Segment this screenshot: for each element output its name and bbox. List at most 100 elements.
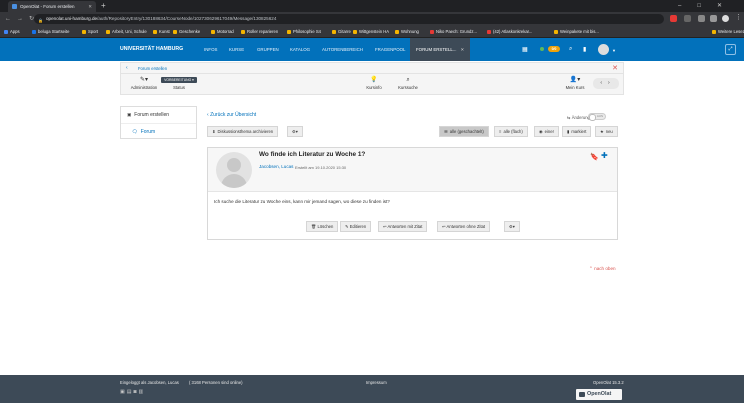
extension-icon[interactable] [710,15,717,22]
nav-forum-active[interactable]: FORUM ERSTELL... ✕ [410,38,471,61]
view-one-button[interactable]: ◉ einer [534,126,559,137]
bookmark-item[interactable]: Niko Paech: Grundz... [430,26,477,38]
chevron-left-icon[interactable]: ‹ [126,63,128,74]
changes-toggle[interactable]: AUS [588,113,606,121]
extension-icon[interactable] [684,15,691,22]
close-tab-icon[interactable]: ✕ [88,1,92,12]
view-flat-button[interactable]: ≡ alle (flach) [494,126,528,137]
menu-icon[interactable]: ⋮ [735,13,742,21]
back-to-overview-link[interactable]: ‹ Zurück zur Übersicht [207,112,256,118]
menu-root-label: Forum erstellen [134,112,169,118]
gear-icon: ⚙▾ [509,224,515,229]
impressum-link[interactable]: Impressum [366,380,387,385]
administration-tool[interactable]: ✎▾ Administration [127,76,161,90]
puzzle-icon[interactable]: ✚ [601,151,608,160]
view-marked-button[interactable]: ▮ markiert [562,126,592,137]
threaded-icon: ☰ [444,129,448,134]
brand-logo[interactable]: UNIVERSITÄT HAMBURG [120,38,183,61]
mein-kurs-tool[interactable]: 👤▾ Mein Kurs [561,76,589,90]
post-settings-dropdown[interactable]: ⚙▾ [504,221,520,232]
edit-button[interactable]: ✎ Editieren [340,221,372,232]
menu-item-root[interactable]: ▣ Forum erstellen [121,107,196,122]
bookmark-icon[interactable]: 🔖 [590,153,599,161]
bookmark-label: Motorrad [217,29,234,34]
nav-autorenbereich[interactable]: AUTORENBEREICH [322,38,363,61]
window-controls[interactable]: –□✕ [678,0,738,12]
edit-label: Editieren [349,224,367,229]
openolat-logo[interactable]: OpenOlat [576,389,622,400]
menu-item-forum[interactable]: 🗨 Forum [121,123,196,138]
close-course-icon[interactable]: ✕ [612,63,618,74]
bookmark-item[interactable]: Wittgenstein HA [353,26,389,38]
bookmark-item[interactable]: Geschenke [173,26,200,38]
reply-noquote-button[interactable]: ↩ Antworten ohne Zitat [437,221,491,232]
folder-icon [4,29,8,34]
bookmark-item[interactable]: Gitarre [332,26,351,38]
bookmark-item[interactable]: Sport [82,26,98,38]
online-count[interactable]: ( 3168 Personen sind online) [189,380,243,385]
tab-title: OpenOlat - Forum erstellen [20,4,75,9]
nav-kurse[interactable]: KURSE [229,38,244,61]
settings-dropdown[interactable]: ⚙▾ [287,126,303,137]
bookmark-label: Weinpakete mit bis... [560,29,599,34]
url-path: /auth/RepositoryEntry/130188634/CourseNo… [97,16,277,21]
status-button[interactable]: VORBEREITUNG ▾ [161,77,197,83]
extension-icon[interactable] [698,15,705,22]
notification-badge[interactable]: 0/0 [548,46,560,52]
nav-gruppen[interactable]: GRUPPEN [257,38,279,61]
kurssuche-tool[interactable]: ⌕ Kurssuche [394,76,422,90]
bookmark-item[interactable]: Wohnung [395,26,419,38]
chevron-down-icon[interactable]: ▼ [612,48,616,53]
author-avatar[interactable] [216,152,252,188]
folder-icon [332,29,336,34]
url-field[interactable]: 🔒 openolat.uni-hamburg.de/auth/Repositor… [34,14,664,24]
bookmark-item[interactable]: Roller reparieren [241,26,278,38]
footer: Eingeloggt als Jacobsen, Lucas ( 3168 Pe… [0,375,744,403]
calendar-icon[interactable]: ▦ [522,46,528,53]
search-icon[interactable]: ⌕ [569,46,572,53]
folder-icon [32,29,36,34]
bookmark-item[interactable]: Motorrad [211,26,234,38]
bookmark-item[interactable]: (42) Atlaskonkrekar... [487,26,532,38]
close-tab-icon[interactable]: ✕ [461,47,465,52]
bookmark-item[interactable]: Weitere Lesezeichen [712,26,744,38]
bookmark-item[interactable]: beluga Startseite [32,26,69,38]
nav-fragenpool[interactable]: FRAGENPOOL [375,38,406,61]
footer-icons[interactable]: ▣▤◙▥ [120,389,145,395]
bookmark-item[interactable]: Apps [4,26,20,38]
olat-header: UNIVERSITÄT HAMBURG INFOS KURSE GRUPPEN … [0,38,744,61]
view-threaded-button[interactable]: ☰ alle (geschachtelt) [439,126,489,137]
reply-quote-button[interactable]: ↩ Antworten mit Zitat [378,221,428,232]
archive-thread-button[interactable]: ⬇ Diskussionsthema archivieren [207,126,279,137]
bookmark-label: Apps [10,29,20,34]
post-title: Wo finde ich Literatur zu Woche 1? [259,151,366,158]
back-to-top-link[interactable]: ⌃ nach oben [589,266,616,272]
bookmark-item[interactable]: Philosophie S4 [287,26,321,38]
post-date: Erstellt am 19.10.2020 15:30 [295,164,347,170]
bookmark-icon[interactable]: ▮ [583,46,586,53]
nav-infos[interactable]: INFOS [204,38,217,61]
extension-icon[interactable] [670,15,677,22]
bookmark-item[interactable]: Kunst [153,26,170,38]
nav-katalog[interactable]: KATALOG [290,38,310,61]
folder-icon [430,29,434,34]
user-avatar[interactable] [598,44,609,55]
breadcrumb-forum[interactable]: Forum erstellen [138,63,167,74]
fullscreen-icon[interactable]: ⤢ [725,44,736,55]
bookmark-label: Geschenke [179,29,201,34]
browser-tab[interactable]: OpenOlat - Forum erstellen ✕ [8,1,96,12]
kursinfo-tool[interactable]: 💡 Kursinfo [363,76,385,90]
trash-icon: 🗑 [311,224,317,229]
profile-icon[interactable] [722,15,729,22]
post-author[interactable]: Jacobsen, Lucas [259,164,293,169]
prev-next-buttons[interactable]: ‹› [593,78,619,89]
view-new-button[interactable]: ★ neu [595,126,618,137]
reply-noquote-label: Antworten ohne Zitat [446,224,486,229]
gear-icon: ⚙▾ [292,129,298,134]
bookmark-item[interactable]: Weinpakete mit bis... [554,26,599,38]
logged-in-text: Eingeloggt als Jacobsen, Lucas [120,380,179,385]
status-tool[interactable]: VORBEREITUNG ▾ Status [159,76,199,90]
bookmark-item[interactable]: Arbeit, Uni, Schule [106,26,147,38]
delete-button[interactable]: 🗑 Löschen [306,221,339,232]
new-tab-button[interactable]: + [101,0,106,12]
